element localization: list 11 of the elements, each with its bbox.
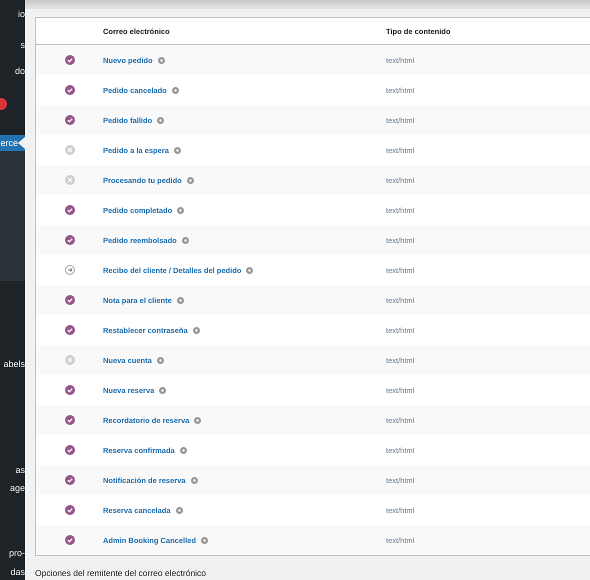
sidebar-menu-item[interactable]: s — [0, 36, 25, 53]
section-title: Opciones del remitente del correo electrónico — [35, 567, 208, 580]
sidebar-menu-item[interactable]: das — [0, 564, 25, 580]
sidebar-menu-item[interactable]: abels — [0, 356, 25, 372]
active-pointer-icon — [18, 137, 25, 149]
sidebar-menu-item[interactable]: as — [0, 462, 25, 478]
sidebar-menu-item[interactable]: erce — [0, 134, 25, 151]
sidebar-menu-item[interactable]: age — [0, 480, 25, 496]
sidebar-menu-item[interactable]: pro- — [0, 545, 25, 562]
sidebar-menu-item[interactable]: io — [0, 6, 25, 22]
sidebar-menu-item[interactable]: do — [0, 62, 25, 79]
